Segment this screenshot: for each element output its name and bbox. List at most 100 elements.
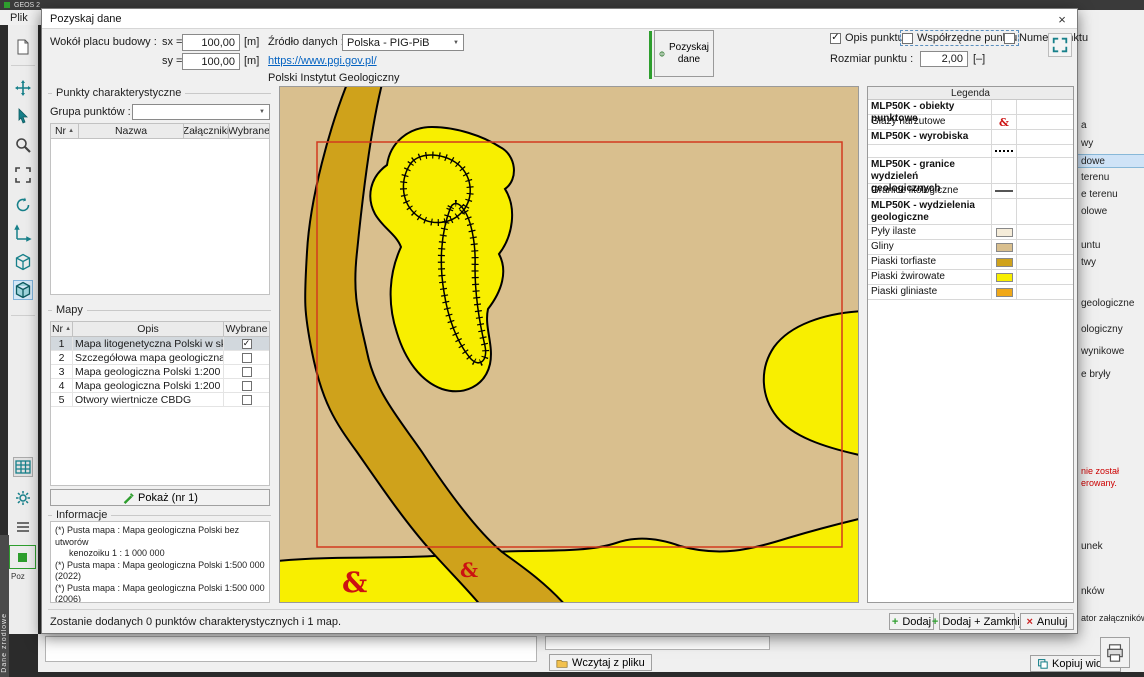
maps-table-row[interactable]: 4 Mapa geologiczna Polski 1:200 000 - od… — [51, 379, 269, 393]
printer-icon — [1105, 643, 1125, 663]
vertical-frame-tab[interactable]: Dane zrodlowe — [0, 535, 9, 677]
cancel-button[interactable]: × Anuluj — [1020, 613, 1074, 630]
move-icon[interactable] — [13, 78, 33, 98]
fit-view-icon[interactable] — [13, 165, 33, 185]
frame-item[interactable]: e terenu — [1081, 188, 1118, 202]
checkbox-icon[interactable] — [242, 353, 252, 363]
frame-item[interactable]: wynikowe — [1081, 345, 1124, 359]
point-size-input[interactable]: 2,00 — [920, 51, 968, 67]
frame-item[interactable]: twy — [1081, 256, 1096, 270]
collapsed-panel-label: Poz — [11, 572, 25, 581]
maps-table-row[interactable]: 5 Otwory wiertnicze CBDG — [51, 393, 269, 407]
list-icon[interactable] — [13, 517, 33, 537]
checkbox-point-description[interactable]: ✓ Opis punktu — [830, 32, 904, 44]
chevron-down-icon: ▼ — [453, 40, 459, 46]
frame-item[interactable]: wy — [1081, 137, 1093, 151]
load-from-file-button[interactable]: Wczytaj z pliku — [549, 654, 652, 671]
frame-item[interactable]: ator załączników — [1081, 611, 1144, 625]
rotate-view-icon[interactable] — [13, 195, 33, 215]
around-site-label: Wokół placu budowy : — [50, 36, 157, 48]
frame-item[interactable]: olowe — [1081, 205, 1107, 219]
print-button[interactable] — [1100, 637, 1130, 668]
select-cursor-icon[interactable] — [13, 106, 33, 126]
excavation-line-icon — [995, 150, 1013, 152]
plus-icon: + — [892, 616, 898, 628]
dialog-title: Pozyskaj dane — [50, 13, 122, 25]
checkbox-icon[interactable] — [242, 381, 252, 391]
checkbox-point-coordinates[interactable]: Współrzędne punktu — [902, 32, 1017, 44]
maps-table-row[interactable]: 1 Mapa litogenetyczna Polski w skali 1:5… — [51, 337, 269, 351]
settings-gear-icon[interactable] — [13, 488, 33, 508]
maps-table-header: Nr▲ Opis Wybrane — [51, 322, 269, 337]
fullscreen-button[interactable] — [1048, 33, 1072, 57]
maps-table-row[interactable]: 2 Szczegółowa mapa geologiczna Polski 1:… — [51, 351, 269, 365]
collapsed-panel-fragment[interactable] — [9, 545, 36, 569]
point-group-select[interactable]: ▼ — [132, 104, 270, 120]
legend-title: Legenda — [868, 87, 1073, 100]
copy-icon — [1037, 658, 1048, 669]
checkbox-icon[interactable]: ✓ — [242, 339, 252, 349]
application-window: GEOS 2 Plik Edy — [0, 0, 1144, 677]
menu-plik[interactable]: Plik — [10, 12, 28, 24]
frame-item[interactable]: nków — [1081, 585, 1104, 599]
file-icon[interactable] — [13, 37, 33, 57]
frame-item[interactable]: a — [1081, 119, 1087, 133]
sx-unit: [m] — [244, 36, 259, 48]
box-filled-icon[interactable] — [13, 280, 33, 300]
axes-icon[interactable] — [13, 223, 33, 243]
bottom-field[interactable] — [45, 636, 537, 662]
acquire-data-button[interactable]: Pozyskajdane — [654, 30, 714, 77]
checkbox-icon[interactable] — [242, 395, 252, 405]
show-map-button[interactable]: Pokaż (nr 1) — [50, 489, 270, 506]
add-button[interactable]: + Dodaj — [889, 613, 934, 630]
frame-item[interactable]: geologiczne — [1081, 297, 1134, 311]
zoom-icon[interactable] — [13, 135, 33, 155]
sx-input[interactable]: 100,00 — [182, 34, 240, 51]
checkbox-icon[interactable] — [242, 367, 252, 377]
point-group-label: Grupa punktów : — [50, 106, 131, 118]
maps-table-row[interactable]: 3 Mapa geologiczna Polski 1:200 000 - za… — [51, 365, 269, 379]
frame-item[interactable]: ologiczny — [1081, 323, 1123, 337]
legend-row: MLP50K - wydzielenia geologiczne — [868, 199, 1073, 225]
legend-row: MLP50K - granice wydzieleń geologicznych — [868, 158, 1073, 184]
frame-item[interactable]: e bryły — [1081, 368, 1110, 382]
geological-map-view[interactable]: & & — [279, 86, 859, 603]
table-icon[interactable] — [13, 457, 33, 477]
legend-row: Piaski torfiaste — [868, 255, 1073, 270]
color-swatch — [996, 273, 1013, 282]
dialog-pozyskaj-dane: Pozyskaj dane × Wokół placu budowy : sx … — [41, 8, 1078, 634]
legend-row: Głazy narzutowe & — [868, 115, 1073, 130]
right-frame-panel: a wy dowe terenu e terenu olowe untu twy… — [1078, 25, 1144, 634]
checkbox-icon: ✓ — [830, 33, 841, 44]
folder-icon — [556, 657, 568, 669]
bottom-field[interactable] — [545, 636, 770, 650]
point-size-label: Rozmiar punktu : — [830, 53, 913, 65]
add-and-close-button[interactable]: + Dodaj + Zamknij — [939, 613, 1015, 630]
sort-asc-icon: ▲ — [68, 128, 74, 134]
frame-item-selected[interactable]: dowe — [1078, 154, 1144, 168]
sy-input[interactable]: 100,00 — [182, 53, 240, 70]
legend-panel: Legenda MLP50K - obiekty punktowe Głazy … — [867, 86, 1074, 603]
data-source-select[interactable]: Polska - PIG-PiB▼ — [342, 34, 464, 51]
info-line: (*) Pusta mapa : Mapa geologiczna Polski… — [55, 583, 265, 604]
point-size-unit: [–] — [973, 53, 985, 65]
frame-item[interactable]: unek — [1081, 540, 1103, 554]
points-group-title: Punkty charakterystyczne — [48, 87, 271, 99]
checkbox-icon — [902, 33, 913, 44]
sy-label: sy = — [162, 55, 182, 67]
window-title: GEOS 2 — [14, 2, 40, 9]
geological-map-svg: & & — [280, 87, 859, 603]
legend-row: Piaski żwirowate — [868, 270, 1073, 285]
frame-item[interactable]: terenu — [1081, 171, 1109, 185]
checkbox-point-number[interactable]: Numer punktu — [1004, 32, 1088, 44]
close-icon[interactable]: × — [1053, 10, 1071, 28]
boulder-mark: & — [460, 558, 478, 582]
frame-item[interactable]: untu — [1081, 239, 1100, 253]
box-outline-icon[interactable] — [13, 252, 33, 272]
sx-label: sx = — [162, 36, 182, 48]
color-swatch — [996, 228, 1013, 237]
legend-row: MLP50K - obiekty punktowe — [868, 100, 1073, 115]
boulder-mark: & — [342, 566, 367, 599]
pgi-link[interactable]: https://www.pgi.gov.pl/ — [268, 55, 377, 67]
points-table[interactable]: Nr▲ Nazwa Załączniki Wybrane — [50, 123, 270, 295]
